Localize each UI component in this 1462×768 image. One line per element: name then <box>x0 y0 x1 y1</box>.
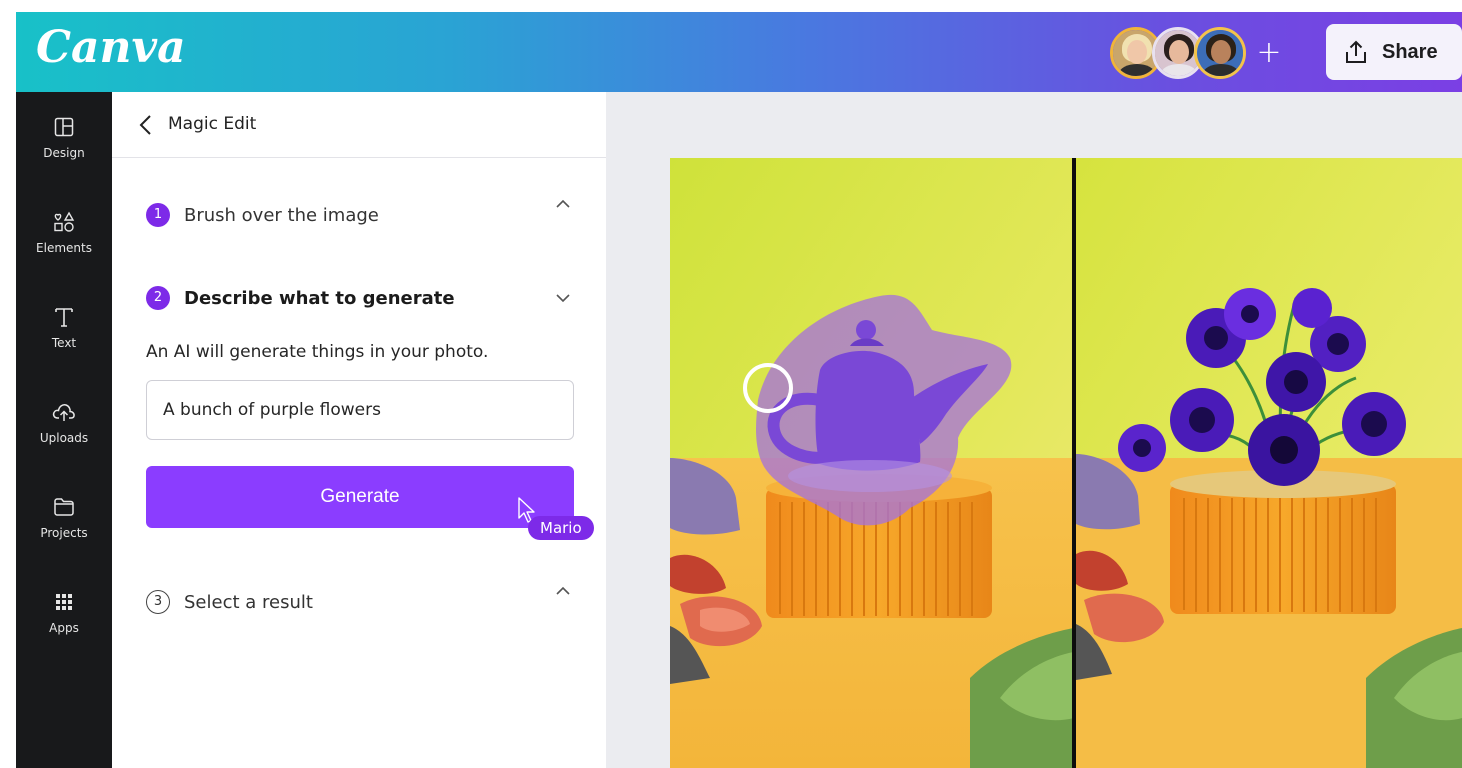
step-label: Describe what to generate <box>184 287 455 309</box>
step-number-badge: 1 <box>146 203 170 227</box>
panel-header: Magic Edit <box>112 92 606 158</box>
step-describe[interactable]: 2 Describe what to generate <box>146 283 455 313</box>
sidebar-item-apps[interactable]: Apps <box>16 567 112 647</box>
share-label: Share <box>1382 40 1438 63</box>
share-icon <box>1344 39 1368 65</box>
cloud-upload-icon <box>51 399 77 425</box>
share-button[interactable]: Share <box>1326 24 1462 80</box>
back-button[interactable] <box>138 114 154 136</box>
app-window: Canva + Share Design Elements Text Uploa… <box>16 12 1462 768</box>
canva-logo[interactable]: Canva <box>36 22 186 73</box>
generate-button[interactable]: Generate <box>146 466 574 528</box>
top-bar: Canva + Share <box>16 12 1462 92</box>
sidebar-item-design[interactable]: Design <box>16 92 112 172</box>
text-icon <box>51 304 77 330</box>
sidebar-item-label: Text <box>51 336 77 350</box>
step-label: Select a result <box>184 591 313 613</box>
chevron-up-icon[interactable] <box>554 585 572 597</box>
chevron-down-icon[interactable] <box>554 292 572 304</box>
step-number-badge: 2 <box>146 286 170 310</box>
layout-icon <box>51 114 77 140</box>
step-brush[interactable]: 1 Brush over the image <box>146 200 379 230</box>
sidebar-item-label: Apps <box>49 621 79 635</box>
sidebar-item-label: Design <box>43 146 85 160</box>
generated-photo[interactable] <box>1076 158 1462 768</box>
sidebar-item-uploads[interactable]: Uploads <box>16 377 112 457</box>
design-canvas[interactable] <box>606 92 1462 768</box>
shapes-icon <box>51 209 77 235</box>
panel-title: Magic Edit <box>168 114 257 134</box>
sidebar-item-elements[interactable]: Elements <box>16 187 112 267</box>
sidebar-item-label: Uploads <box>39 431 89 445</box>
sidebar-item-label: Elements <box>36 241 92 255</box>
magic-edit-panel: Magic Edit 1 Brush over the image 2 Desc… <box>112 92 606 768</box>
step-select-result[interactable]: 3 Select a result <box>146 587 313 617</box>
avatar[interactable] <box>1194 27 1246 79</box>
step-description: An AI will generate things in your photo… <box>146 342 489 362</box>
folder-icon <box>51 494 77 520</box>
collaborator-avatars: + <box>1110 26 1286 80</box>
sidebar-item-text[interactable]: Text <box>16 282 112 362</box>
original-photo[interactable] <box>670 158 1074 768</box>
step-label: Brush over the image <box>184 204 379 226</box>
add-collaborator-button[interactable]: + <box>1252 36 1286 70</box>
sidebar: Design Elements Text Uploads Projects Ap… <box>16 92 112 768</box>
prompt-input[interactable]: A bunch of purple flowers <box>146 380 574 440</box>
grid-icon <box>51 589 77 615</box>
chevron-left-icon <box>139 115 151 135</box>
step-number-badge: 3 <box>146 590 170 614</box>
collaborator-name-tag: Mario <box>528 516 594 540</box>
sidebar-item-projects[interactable]: Projects <box>16 472 112 552</box>
sidebar-item-label: Projects <box>40 526 88 540</box>
chevron-up-icon[interactable] <box>554 198 572 210</box>
